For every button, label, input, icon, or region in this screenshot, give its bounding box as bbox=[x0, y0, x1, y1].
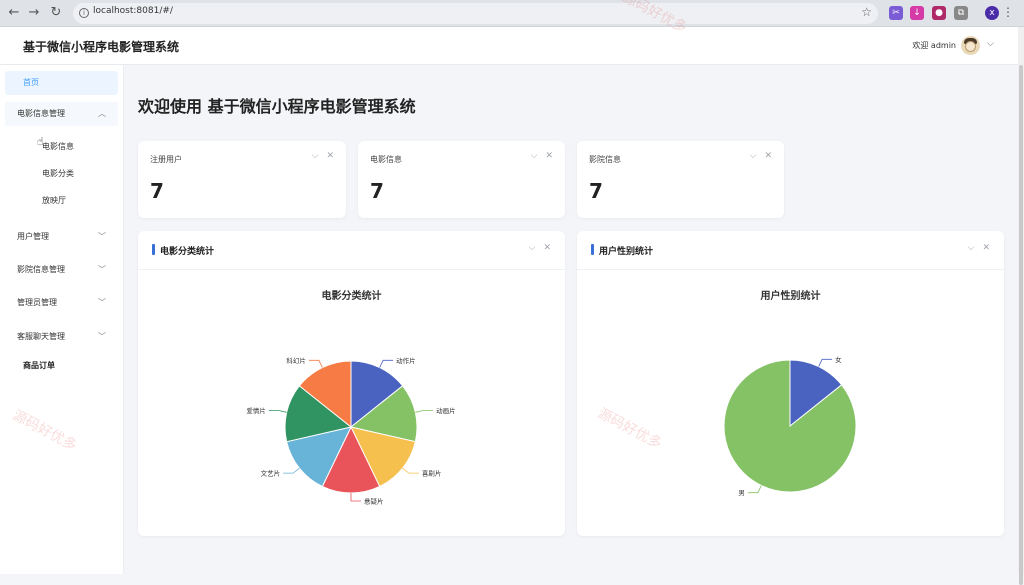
stat-card-users: 注册用户 ⌵ ✕ 7 bbox=[138, 141, 346, 218]
back-icon[interactable]: ← bbox=[6, 5, 22, 21]
close-icon[interactable]: ✕ bbox=[545, 151, 553, 161]
close-icon[interactable]: ✕ bbox=[764, 151, 772, 161]
chevron-up-icon: ︿ bbox=[98, 109, 106, 118]
app-title: 基于微信小程序电影管理系统 bbox=[23, 40, 180, 54]
sidebar-subitem-movie-category[interactable]: 电影分类 bbox=[42, 168, 74, 179]
pie-slice-label: 悬疑片 bbox=[364, 497, 384, 506]
browser-menu-icon[interactable]: ⋮ bbox=[1002, 5, 1014, 19]
close-icon[interactable]: ✕ bbox=[326, 151, 334, 161]
sidebar-subitem-movie-info[interactable]: 电影信息 bbox=[42, 141, 74, 152]
sidebar: 首页 电影信息管理 ︿ 电影信息 电影分类 放映厅 用户管理 ﹀ 影院信息管理 ﹀ 管… bbox=[0, 65, 124, 574]
pie-slice-label: 动画片 bbox=[436, 406, 456, 415]
pie-slice-label: 文艺片 bbox=[261, 469, 281, 478]
chevron-down-icon: ﹀ bbox=[98, 298, 106, 307]
chevron-down-icon: ﹀ bbox=[98, 232, 106, 241]
welcome-text: 欢迎 admin bbox=[912, 41, 956, 50]
stat-card-cinemas: 影院信息 ⌵ ✕ 7 bbox=[577, 141, 784, 218]
download-extension-icon[interactable]: ↓ bbox=[910, 6, 924, 20]
stat-card-movies: 电影信息 ⌵ ✕ 7 bbox=[358, 141, 565, 218]
panel-movie-category: 电影分类统计 ⌵ ✕ 电影分类统计 动作片 动画片 喜剧片 悬疑片 文艺片 爱情片 科幻片 bbox=[138, 231, 565, 536]
sidebar-item-home[interactable]: 首页 bbox=[5, 71, 118, 95]
chevron-down-icon[interactable]: ⌵ bbox=[987, 39, 994, 49]
page-scrollbar[interactable] bbox=[1018, 27, 1024, 585]
scissors-extension-icon[interactable]: ✂ bbox=[889, 6, 903, 20]
bookmark-star-icon[interactable]: ☆ bbox=[861, 5, 872, 19]
pie-label-line bbox=[415, 410, 434, 413]
stat-label: 电影信息 bbox=[370, 155, 402, 164]
info-icon[interactable]: i bbox=[79, 8, 89, 18]
pie-label-line bbox=[402, 467, 419, 474]
pie-slice-label: 男 bbox=[738, 489, 745, 497]
pie-label-line bbox=[268, 410, 287, 413]
pie-slice-label: 女 bbox=[835, 355, 842, 364]
user-gender-pie-chart: 女男 bbox=[723, 355, 857, 497]
scrollbar-thumb[interactable] bbox=[1019, 65, 1023, 585]
pointer-cursor-icon: ☝ bbox=[37, 135, 44, 148]
pie-label-line bbox=[818, 358, 833, 367]
sidebar-item-admin-management[interactable]: 管理员管理 ﹀ bbox=[5, 291, 118, 315]
pie-label-line bbox=[283, 467, 300, 474]
panel-user-gender: 用户性别统计 ⌵ ✕ 用户性别统计 女男 bbox=[577, 231, 1004, 536]
pie-slice-label: 科幻片 bbox=[286, 356, 306, 365]
stat-value: 7 bbox=[370, 179, 384, 203]
sidebar-item-movie-management[interactable]: 电影信息管理 ︿ bbox=[5, 102, 118, 126]
avatar[interactable] bbox=[961, 36, 980, 55]
stat-label: 注册用户 bbox=[150, 155, 182, 164]
collapse-icon[interactable]: ⌵ bbox=[531, 151, 538, 161]
pie-slice-label: 喜剧片 bbox=[422, 469, 442, 478]
app-header: 基于微信小程序电影管理系统 欢迎 admin ⌵ bbox=[0, 27, 1018, 65]
movie-category-pie-chart: 动作片动画片喜剧片悬疑片 文艺片 爱情片 科幻片 bbox=[246, 356, 456, 506]
pie-slice-label: 爱情片 bbox=[246, 406, 266, 415]
account-icon[interactable]: x bbox=[985, 6, 999, 20]
sidebar-item-cinema-management[interactable]: 影院信息管理 ﹀ bbox=[5, 258, 118, 282]
sidebar-item-orders[interactable]: 商品订单 bbox=[23, 360, 55, 371]
pie-label-line bbox=[350, 493, 361, 502]
reload-icon[interactable]: ↻ bbox=[48, 5, 64, 21]
collapse-icon[interactable]: ⌵ bbox=[312, 151, 319, 161]
sidebar-item-chat-management[interactable]: 客服聊天管理 ﹀ bbox=[5, 325, 118, 349]
chevron-down-icon: ﹀ bbox=[98, 265, 106, 274]
collapse-icon[interactable]: ⌵ bbox=[750, 151, 757, 161]
sidebar-item-user-management[interactable]: 用户管理 ﹀ bbox=[5, 225, 118, 249]
pie-slice-label: 动作片 bbox=[396, 356, 416, 365]
puzzle-extension-icon[interactable]: ⧉ bbox=[954, 6, 968, 20]
stat-value: 7 bbox=[150, 179, 164, 203]
address-bar[interactable]: i localhost:8081/#/ ☆ bbox=[73, 3, 878, 24]
profile-extension-icon[interactable]: ● bbox=[932, 6, 946, 20]
stat-value: 7 bbox=[589, 179, 603, 203]
browser-toolbar: ← → ↻ i localhost:8081/#/ ☆ ✂ ↓ ● ⧉ x ⋮ bbox=[0, 0, 1024, 27]
forward-icon[interactable]: → bbox=[26, 5, 42, 21]
pie-label-line bbox=[747, 485, 762, 494]
stat-label: 影院信息 bbox=[589, 155, 621, 164]
chevron-down-icon: ﹀ bbox=[98, 332, 106, 341]
sidebar-subitem-hall[interactable]: 放映厅 bbox=[42, 195, 66, 206]
page-title: 欢迎使用 基于微信小程序电影管理系统 bbox=[138, 97, 416, 116]
url-text: localhost:8081/#/ bbox=[93, 6, 173, 16]
pie-label-line bbox=[379, 359, 394, 368]
pie-label-line bbox=[308, 359, 323, 368]
